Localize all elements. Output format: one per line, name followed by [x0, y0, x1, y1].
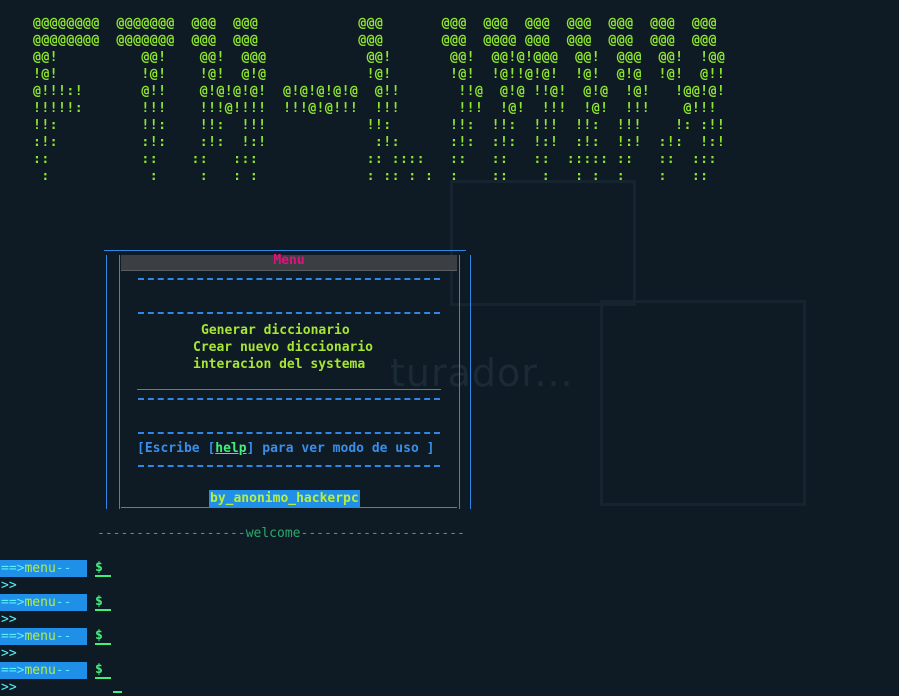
menu-title: Menu — [273, 253, 305, 268]
terminal-prompt[interactable]: ==>menu-->> $ — [0, 662, 111, 695]
menu-title-bar: Menu — [121, 253, 457, 271]
terminal-prompt: ==>menu-->> $ — [0, 594, 111, 627]
author-credit: by_anonimo_hackerpc — [209, 490, 360, 507]
prompt-label: ==>menu-->> — [0, 662, 87, 695]
menu-panel: Menu Generar diccionario Crear nuevo dic… — [104, 250, 471, 509]
prompt-arrow: ==> — [1, 663, 25, 678]
menu-separator — [138, 312, 440, 314]
prompt-menu-word: menu — [24, 561, 56, 576]
terminal-cursor[interactable] — [113, 691, 122, 693]
menu-separator — [138, 465, 440, 467]
prompt-symbol: $ — [95, 560, 111, 577]
welcome-divider: -------------------welcome--------------… — [97, 526, 465, 541]
prompt-menu-word: menu — [24, 629, 56, 644]
wallpaper-shape — [450, 180, 636, 306]
menu-bottom-border — [121, 507, 457, 508]
menu-option-crear-diccionario[interactable]: Crear nuevo diccionario — [193, 339, 373, 356]
prompt-symbol: $ — [95, 662, 111, 679]
prompt-symbol: $ — [95, 594, 111, 611]
help-hint: [Escribe [help] para ver modo de uso ] — [137, 440, 434, 457]
menu-option-interacion-systema[interactable]: interacion del systema — [193, 356, 365, 373]
prompt-menu-word: menu — [24, 595, 56, 610]
wallpaper-shape — [600, 300, 806, 506]
ascii-banner: @@@@@@@@ @@@@@@@ @@@ @@@ @@@ @@@ @@@ @@@… — [33, 16, 726, 184]
prompt-arrow: ==> — [1, 595, 25, 610]
menu-top-border — [104, 250, 466, 251]
help-prefix: [Escribe [ — [137, 441, 216, 456]
prompt-label: ==>menu-->> — [0, 594, 87, 627]
menu-option-generar-diccionario[interactable]: Generar diccionario — [201, 322, 350, 339]
menu-right-border — [459, 255, 460, 509]
menu-left-border — [106, 255, 107, 509]
prompt-label: ==>menu-->> — [0, 628, 87, 661]
prompt-arrow: ==> — [1, 561, 25, 576]
prompt-label: ==>menu-->> — [0, 560, 87, 593]
menu-separator — [138, 432, 440, 434]
menu-separator — [138, 398, 440, 400]
menu-separator — [138, 278, 440, 280]
menu-divider — [137, 389, 441, 390]
prompt-symbol: $ — [95, 628, 111, 645]
terminal-prompt: ==>menu-->> $ — [0, 560, 111, 593]
menu-left-border — [119, 255, 120, 509]
help-link[interactable]: help — [215, 441, 246, 456]
menu-right-border — [470, 255, 471, 509]
prompt-menu-word: menu — [24, 663, 56, 678]
help-suffix: ] para ver modo de uso ] — [246, 441, 435, 456]
terminal-prompt: ==>menu-->> $ — [0, 628, 111, 661]
prompt-arrow: ==> — [1, 629, 25, 644]
